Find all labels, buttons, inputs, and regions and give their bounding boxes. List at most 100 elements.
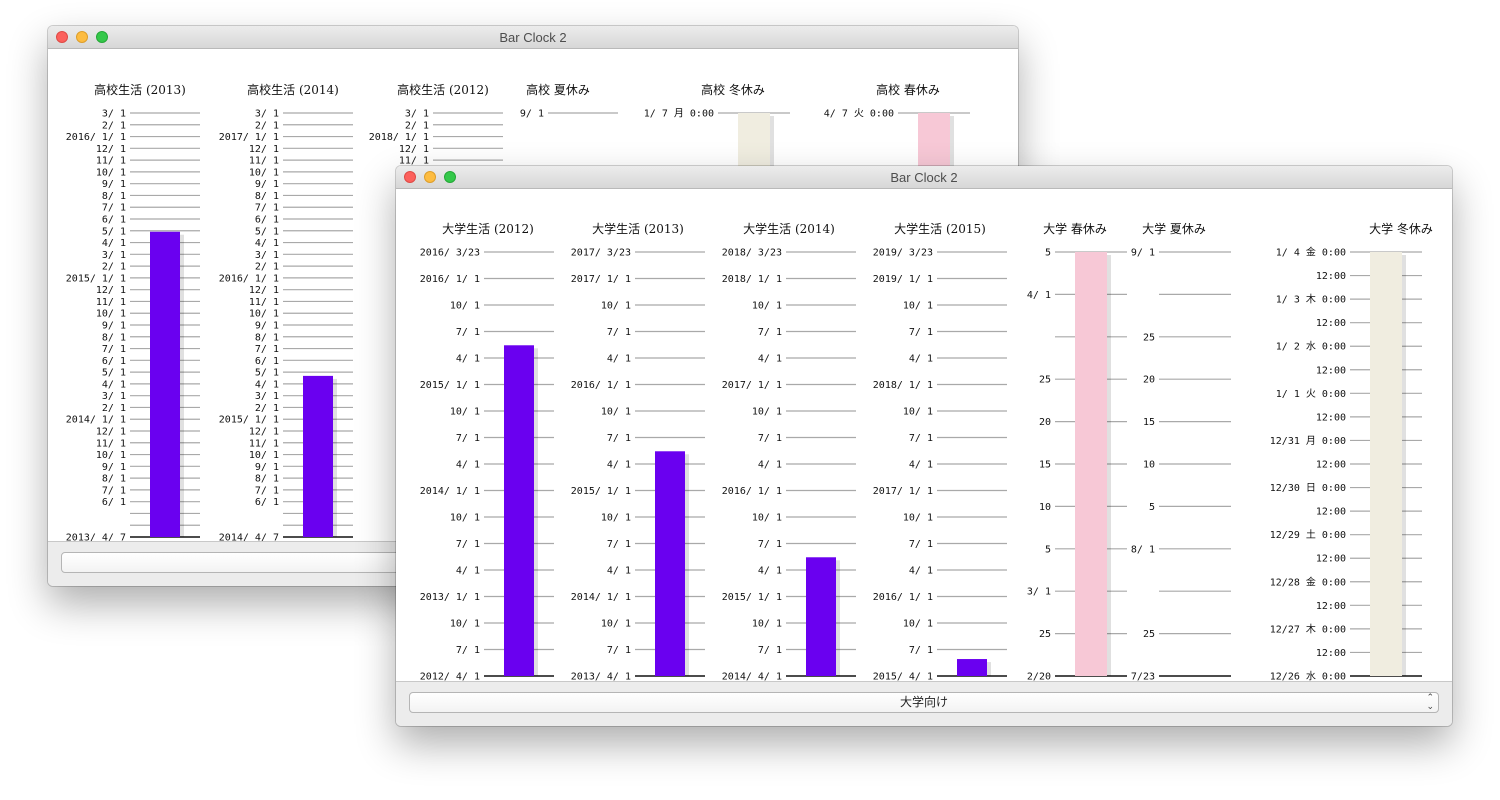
tick-label: 7/ 1 <box>102 485 126 496</box>
tick-label: 12/31 月 0:00 <box>1270 435 1346 447</box>
tick-label: 7/ 1 <box>909 327 933 338</box>
tick-label: 12:00 <box>1316 460 1346 471</box>
tick-label: 2017/ 1/ 1 <box>722 380 782 391</box>
tick-label: 8/ 1 <box>255 332 279 343</box>
tick-label: 5 <box>1149 502 1155 513</box>
bar-shadow <box>534 348 538 676</box>
bar-clock-column: 大学 夏休み9/ 12520151058/ 1257/23 <box>1131 221 1231 683</box>
tick-label: 12/ 1 <box>249 285 279 296</box>
tick-label: 5/ 1 <box>102 368 126 379</box>
bar-clock-column: 高校生活 (2014)3/ 12/ 12017/ 1/ 112/ 111/ 11… <box>219 82 353 544</box>
tick-label: 9/ 1 <box>255 321 279 332</box>
tick-label: 4/ 1 <box>607 566 631 577</box>
tick-label: 10/ 1 <box>752 619 782 630</box>
tick-label: 2/ 1 <box>102 403 126 414</box>
tick-label: 7/ 1 <box>456 539 480 550</box>
chevron-up-down-icon: ⌃ ⌄ <box>1426 692 1434 711</box>
tick-label: 2014/ 1/ 1 <box>420 486 480 497</box>
tick-label: 12:00 <box>1316 318 1346 329</box>
tick-label: 10/ 1 <box>249 167 279 178</box>
tick-label: 4/ 1 <box>255 379 279 390</box>
tick-label: 2017/ 1/ 1 <box>873 486 933 497</box>
tick-label: 6/ 1 <box>102 215 126 226</box>
tick-label: 2017/ 1/ 1 <box>219 132 279 143</box>
tick-label: 8/ 1 <box>102 332 126 343</box>
tick-label: 7/ 1 <box>758 539 782 550</box>
tick-label: 6/ 1 <box>255 215 279 226</box>
tick-label: 10/ 1 <box>601 619 631 630</box>
tick-label: 2016/ 1/ 1 <box>420 274 480 285</box>
tick-label: 10/ 1 <box>450 513 480 524</box>
bar-shadow <box>180 234 184 537</box>
tick-label: 10/ 1 <box>96 309 126 320</box>
tick-label: 1/ 3 木 0:00 <box>1276 294 1346 306</box>
tick-label: 1/ 7 月 0:00 <box>644 108 714 120</box>
tick-label: 11/ 1 <box>249 438 279 449</box>
tick-label: 12/ 1 <box>249 427 279 438</box>
tick-label: 1/ 2 水 0:00 <box>1276 341 1346 353</box>
tick-label: 2017/ 3/23 <box>571 248 631 259</box>
tick-label: 10/ 1 <box>96 450 126 461</box>
tick-label: 20 <box>1143 375 1155 386</box>
tick-label: 12:00 <box>1316 271 1346 282</box>
tick-label: 2016/ 1/ 1 <box>219 273 279 284</box>
tick-label: 12:00 <box>1316 554 1346 565</box>
tick-label: 25 <box>1039 629 1051 640</box>
tick-label: 2018/ 3/23 <box>722 248 782 259</box>
progress-bar <box>150 231 180 537</box>
tick-label: 2014/ 1/ 1 <box>571 592 631 603</box>
tick-label: 7/ 1 <box>607 645 631 656</box>
progress-bar <box>957 659 987 676</box>
tick-label: 7/ 1 <box>255 344 279 355</box>
tick-label: 7/ 1 <box>456 645 480 656</box>
mode-select[interactable]: 大学向け ⌃ ⌄ <box>409 692 1439 713</box>
title-bar[interactable]: Bar Clock 2 <box>48 26 1018 49</box>
tick-label: 9/ 1 <box>102 321 126 332</box>
tick-label: 3/ 1 <box>255 109 279 120</box>
tick-label: 25 <box>1039 375 1051 386</box>
tick-label: 8/ 1 <box>1131 544 1155 555</box>
tick-label: 4/ 1 <box>909 460 933 471</box>
column-title: 高校生活 (2013) <box>94 82 186 97</box>
column-title: 大学生活 (2012) <box>442 221 534 236</box>
tick-label: 10/ 1 <box>249 309 279 320</box>
tick-label: 12/ 1 <box>96 427 126 438</box>
tick-label: 7/ 1 <box>102 203 126 214</box>
tick-label: 8/ 1 <box>102 191 126 202</box>
tick-label: 3/ 1 <box>255 250 279 261</box>
tick-label: 4/ 1 <box>758 460 782 471</box>
tick-label: 20 <box>1039 417 1051 428</box>
title-bar[interactable]: Bar Clock 2 <box>396 166 1452 189</box>
tick-label: 9/ 1 <box>255 179 279 190</box>
tick-label: 10/ 1 <box>601 407 631 418</box>
tick-label: 5 <box>1045 248 1051 259</box>
column-title: 大学 春休み <box>1043 221 1107 236</box>
tick-label: 6/ 1 <box>255 497 279 508</box>
tick-label: 10/ 1 <box>601 301 631 312</box>
tick-label: 12/27 木 0:00 <box>1270 623 1346 635</box>
column-title: 高校 冬休み <box>701 82 765 97</box>
tick-label: 2014/ 1/ 1 <box>66 415 126 426</box>
tick-label: 4/ 1 <box>909 566 933 577</box>
tick-label: 2015/ 1/ 1 <box>420 380 480 391</box>
tick-label: 10 <box>1143 460 1155 471</box>
tick-label: 2015/ 1/ 1 <box>219 415 279 426</box>
progress-bar <box>303 375 333 537</box>
tick-label: 2015/ 1/ 1 <box>722 592 782 603</box>
tick-label: 3/ 1 <box>255 391 279 402</box>
tick-label: 4/ 1 <box>456 566 480 577</box>
bar-clock-window-front[interactable]: Bar Clock 2 大学生活 (2012) 2016/ 3/23 2016/ 1… <box>396 166 1452 726</box>
tick-label: 4/ 1 <box>758 566 782 577</box>
tick-label: 7/ 1 <box>456 433 480 444</box>
tick-label: 15 <box>1039 460 1051 471</box>
tick-label: 11/ 1 <box>249 156 279 167</box>
tick-label: 12/ 1 <box>399 144 429 155</box>
tick-label: 1/ 1 火 0:00 <box>1276 388 1346 400</box>
tick-label: 7/ 1 <box>607 327 631 338</box>
progress-bar <box>1370 252 1402 676</box>
tick-label: 2/ 1 <box>255 403 279 414</box>
tick-label: 10 <box>1039 502 1051 513</box>
bar-clock-column: 大学生活 (2012) 2016/ 3/23 2016/ 1/ 1 10/ 1 7/ 1… <box>420 221 554 683</box>
column-title: 高校 夏休み <box>526 82 590 97</box>
tick-label: 4/ 1 <box>102 238 126 249</box>
